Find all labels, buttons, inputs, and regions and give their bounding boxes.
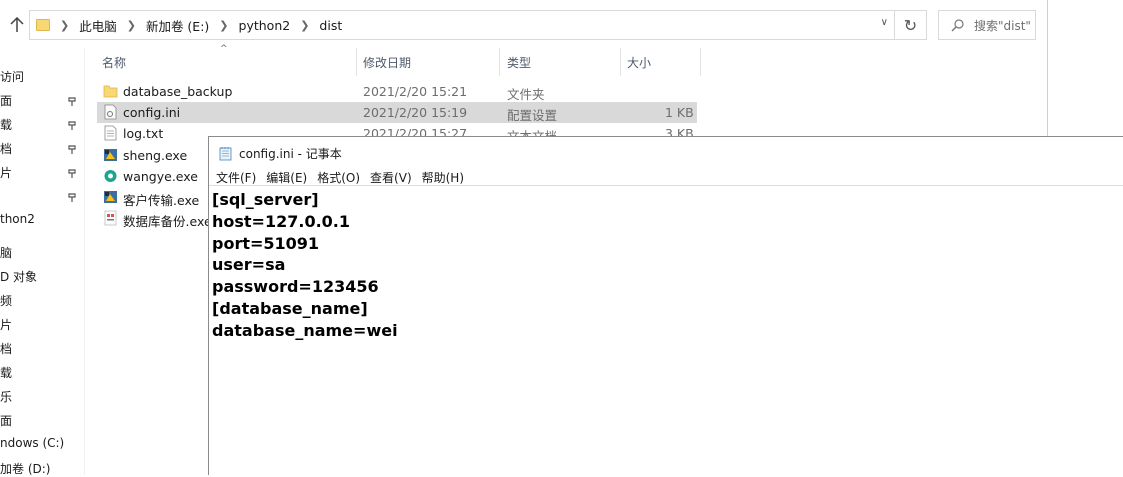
file-name: 数据库备份.exe: [123, 214, 212, 229]
folder-icon: [36, 19, 50, 31]
config-file-icon: [103, 104, 118, 120]
pin-icon[interactable]: [67, 168, 77, 178]
file-row-selected[interactable]: config.ini 2021/2/20 15:19 配置设置 1 KB: [97, 102, 697, 123]
folder-icon: [103, 83, 118, 99]
menu-help[interactable]: 帮助(H): [422, 169, 464, 186]
text-line: [sql_server]: [212, 190, 319, 209]
text-line: host=127.0.0.1: [212, 211, 350, 231]
file-name: log.txt: [123, 126, 164, 141]
menu-bar: 文件(F) 编辑(E) 格式(O) 查看(V) 帮助(H): [216, 169, 474, 186]
title-bar[interactable]: config.ini - 记事本: [219, 145, 342, 162]
exe-icon: [103, 210, 118, 226]
exe-icon: [103, 189, 118, 205]
nav-item[interactable]: 面: [0, 92, 12, 109]
nav-item[interactable]: 乐: [0, 388, 12, 405]
breadcrumb-drive-e[interactable]: 新加卷 (E:): [146, 16, 209, 35]
file-row[interactable]: 数据库备份.exe: [97, 208, 212, 229]
notepad-window: config.ini - 记事本 文件(F) 编辑(E) 格式(O) 查看(V)…: [208, 136, 1123, 475]
search-icon: [951, 18, 964, 31]
text-line: database_name=wei: [212, 320, 398, 340]
exe-icon: [103, 147, 118, 163]
nav-item[interactable]: 频: [0, 292, 12, 309]
address-bar[interactable]: ❯ 此电脑 ❯ 新加卷 (E:) ❯ python2 ❯ dist ∨: [29, 10, 895, 40]
column-divider[interactable]: [620, 48, 621, 76]
refresh-icon: ↻: [903, 15, 918, 35]
breadcrumb-python2[interactable]: python2: [239, 18, 291, 33]
text-file-icon: [103, 125, 118, 141]
column-divider[interactable]: [700, 48, 701, 76]
sort-ascending-icon: ^: [220, 44, 228, 54]
pin-icon[interactable]: [67, 192, 77, 202]
file-content[interactable]: [sql_server] host=127.0.0.1 port=51091 u…: [212, 189, 398, 342]
nav-item[interactable]: 载: [0, 116, 12, 133]
window-title: config.ini - 记事本: [239, 147, 342, 161]
file-row[interactable]: sheng.exe: [97, 145, 207, 166]
file-row[interactable]: wangye.exe: [97, 166, 207, 187]
chevron-right-icon: ❯: [219, 18, 229, 32]
breadcrumb: ❯ 此电脑 ❯ 新加卷 (E:) ❯ python2 ❯ dist: [30, 11, 342, 39]
menu-file[interactable]: 文件(F): [216, 169, 256, 186]
menu-format[interactable]: 格式(O): [317, 169, 360, 186]
nav-item[interactable]: 脑: [0, 244, 12, 261]
up-arrow-button[interactable]: [6, 14, 28, 36]
nav-item[interactable]: D 对象: [0, 268, 37, 285]
file-date: 2021/2/20 15:21: [363, 84, 468, 99]
text-line: password=123456: [212, 277, 379, 297]
column-header-type[interactable]: 类型: [507, 54, 531, 74]
search-input[interactable]: 搜索"dist": [938, 10, 1036, 40]
pin-icon[interactable]: [67, 96, 77, 106]
menu-view[interactable]: 查看(V): [370, 169, 412, 186]
column-divider[interactable]: [499, 48, 500, 76]
text-editor-area[interactable]: [sql_server] host=127.0.0.1 port=51091 u…: [209, 185, 1123, 477]
column-header-size[interactable]: 大小: [627, 54, 651, 74]
file-name: database_backup: [123, 84, 233, 99]
nav-item[interactable]: thon2: [0, 212, 35, 226]
breadcrumb-this-pc[interactable]: 此电脑: [79, 16, 117, 35]
chevron-right-icon: ❯: [300, 18, 310, 32]
file-size: 1 KB: [665, 105, 694, 120]
search-placeholder: 搜索"dist": [974, 18, 1031, 33]
pin-icon[interactable]: [67, 144, 77, 154]
pin-icon[interactable]: [67, 120, 77, 130]
nav-item[interactable]: 档: [0, 340, 12, 357]
navigation-pane: 访问 面 载 档 片 thon2 脑 D 对象 频 片 档 载 乐 面 ndow…: [0, 60, 85, 477]
file-type: 文件夹: [507, 87, 545, 102]
nav-item[interactable]: 档: [0, 140, 12, 157]
exe-icon: [103, 168, 118, 184]
refresh-button[interactable]: ↻: [895, 10, 927, 40]
menu-edit[interactable]: 编辑(E): [266, 169, 307, 186]
column-header-name[interactable]: 名称: [102, 54, 126, 74]
file-name: 客户传输.exe: [123, 193, 200, 208]
chevron-right-icon: ❯: [126, 18, 136, 32]
nav-item[interactable]: 加卷 (D:): [0, 460, 50, 477]
nav-item[interactable]: 访问: [0, 68, 24, 85]
column-header-date[interactable]: 修改日期: [363, 54, 411, 74]
file-type: 配置设置: [507, 108, 558, 123]
text-line: port=51091: [212, 233, 320, 253]
chevron-right-icon: ❯: [60, 18, 70, 32]
nav-item[interactable]: 载: [0, 364, 12, 381]
file-name: sheng.exe: [123, 148, 188, 163]
nav-item[interactable]: 面: [0, 412, 12, 429]
column-divider[interactable]: [356, 48, 357, 76]
file-name: config.ini: [123, 105, 181, 120]
file-name: wangye.exe: [123, 169, 198, 184]
nav-item[interactable]: 片: [0, 316, 12, 333]
nav-item[interactable]: 片: [0, 164, 12, 181]
text-line: user=sa: [212, 255, 286, 275]
window-border: [1047, 0, 1048, 138]
chevron-down-icon[interactable]: ∨: [881, 17, 888, 28]
file-row[interactable]: 客户传输.exe: [97, 187, 207, 208]
nav-item[interactable]: ndows (C:): [0, 436, 64, 450]
file-date: 2021/2/20 15:19: [363, 105, 468, 120]
pane-divider: [84, 48, 85, 475]
breadcrumb-dist[interactable]: dist: [319, 18, 342, 33]
notepad-icon: [219, 147, 232, 161]
text-line: [database_name]: [212, 298, 368, 318]
up-arrow-icon: [10, 17, 24, 32]
file-row[interactable]: database_backup 2021/2/20 15:21 文件夹: [97, 81, 697, 102]
